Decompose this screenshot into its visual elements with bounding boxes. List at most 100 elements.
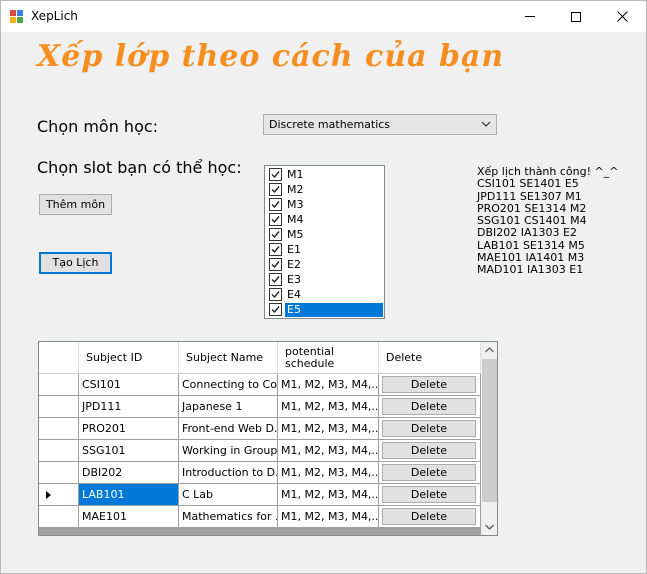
checkbox-icon[interactable]: [269, 183, 282, 196]
row-header[interactable]: [39, 462, 79, 484]
subject-name-cell[interactable]: C Lab: [179, 484, 278, 506]
subject-name-cell[interactable]: Mathematics for ...: [179, 506, 278, 528]
table-row[interactable]: SSG101 Working in Group... M1, M2, M3, M4,…: [39, 440, 481, 462]
slot-item-m2[interactable]: M2: [267, 182, 384, 197]
slot-item-m5[interactable]: M5: [267, 227, 384, 242]
checkbox-icon[interactable]: [269, 168, 282, 181]
page-heading: Xếp lớp theo cách của bạn: [37, 39, 505, 74]
checkbox-icon[interactable]: [269, 243, 282, 256]
delete-cell: Delete: [379, 396, 481, 418]
checkbox-icon[interactable]: [269, 228, 282, 241]
result-schedule-line: DBI202 IA1303 E2: [477, 226, 577, 240]
slot-item-e4[interactable]: E4: [267, 287, 384, 302]
potential-schedule-cell[interactable]: M1, M2, M3, M4,...: [278, 462, 379, 484]
subject-id-cell[interactable]: CSI101: [79, 374, 179, 396]
row-header[interactable]: [39, 440, 79, 462]
table-row[interactable]: JPD111 Japanese 1 M1, M2, M3, M4,... Delete: [39, 396, 481, 418]
delete-row-button[interactable]: Delete: [382, 442, 476, 459]
maximize-icon: [571, 11, 581, 22]
result-schedule-line: MAD101 IA1303 E1: [477, 263, 584, 277]
subject-id-cell[interactable]: LAB101: [79, 484, 179, 506]
create-schedule-button[interactable]: Tạo Lịch: [39, 252, 112, 274]
checkbox-icon[interactable]: [269, 303, 282, 316]
subject-id-cell[interactable]: SSG101: [79, 440, 179, 462]
column-header-subject-name[interactable]: Subject Name: [179, 342, 278, 374]
delete-cell: Delete: [379, 462, 481, 484]
row-header[interactable]: [39, 484, 79, 506]
slot-item-e5[interactable]: E5: [267, 302, 384, 317]
grid-body: Subject ID Subject Name potential schedu…: [39, 342, 481, 535]
subject-grid[interactable]: Subject ID Subject Name potential schedu…: [38, 341, 498, 536]
potential-schedule-cell[interactable]: M1, M2, M3, M4,...: [278, 374, 379, 396]
delete-cell: Delete: [379, 418, 481, 440]
delete-row-button[interactable]: Delete: [382, 486, 476, 503]
potential-schedule-cell[interactable]: M1, M2, M3, M4,...: [278, 440, 379, 462]
slot-item-e3[interactable]: E3: [267, 272, 384, 287]
subject-name-cell[interactable]: Working in Group...: [179, 440, 278, 462]
slot-item-label: E5: [285, 303, 383, 317]
subject-name-cell[interactable]: Front-end Web D...: [179, 418, 278, 440]
delete-row-button[interactable]: Delete: [382, 464, 476, 481]
subject-combobox-value: Discrete mathematics: [269, 118, 391, 131]
checkbox-icon[interactable]: [269, 258, 282, 271]
slot-item-m1[interactable]: M1: [267, 167, 384, 182]
close-button[interactable]: [599, 1, 645, 32]
title-bar[interactable]: XepLich: [1, 1, 646, 32]
checkbox-icon[interactable]: [269, 288, 282, 301]
table-row[interactable]: PRO201 Front-end Web D... M1, M2, M3, M4,.…: [39, 418, 481, 440]
subject-id-cell[interactable]: PRO201: [79, 418, 179, 440]
slot-item-e2[interactable]: E2: [267, 257, 384, 272]
checkbox-icon[interactable]: [269, 273, 282, 286]
delete-cell: Delete: [379, 484, 481, 506]
slot-item-m4[interactable]: M4: [267, 212, 384, 227]
subject-name-cell[interactable]: Introduction to D...: [179, 462, 278, 484]
row-header[interactable]: [39, 396, 79, 418]
row-header[interactable]: [39, 506, 79, 528]
minimize-button[interactable]: [507, 1, 553, 32]
potential-schedule-cell[interactable]: M1, M2, M3, M4,...: [278, 506, 379, 528]
table-row[interactable]: CSI101 Connecting to Co... M1, M2, M3, M4,…: [39, 374, 481, 396]
grid-corner-header: [39, 342, 79, 374]
subject-id-cell[interactable]: JPD111: [79, 396, 179, 418]
grid-vertical-scrollbar[interactable]: [481, 342, 498, 535]
potential-schedule-cell[interactable]: M1, M2, M3, M4,...: [278, 396, 379, 418]
subject-name-cell[interactable]: Japanese 1: [179, 396, 278, 418]
result-schedule-line: CSI101 SE1401 E5: [477, 177, 579, 191]
delete-row-button[interactable]: Delete: [382, 398, 476, 415]
checkbox-icon[interactable]: [269, 198, 282, 211]
potential-schedule-cell[interactable]: M1, M2, M3, M4,...: [278, 418, 379, 440]
slot-item-e1[interactable]: E1: [267, 242, 384, 257]
table-row[interactable]: LAB101 C Lab M1, M2, M3, M4,... Delete: [39, 484, 481, 506]
subject-id-cell[interactable]: MAE101: [79, 506, 179, 528]
column-header-delete[interactable]: Delete: [379, 342, 481, 374]
maximize-button[interactable]: [553, 1, 599, 32]
row-header[interactable]: [39, 374, 79, 396]
window-title: XepLich: [31, 9, 78, 23]
delete-row-button[interactable]: Delete: [382, 376, 476, 393]
slot-item-label: E1: [287, 243, 301, 256]
delete-row-button[interactable]: Delete: [382, 508, 476, 525]
scroll-down-icon[interactable]: [481, 518, 498, 535]
checkbox-icon[interactable]: [269, 213, 282, 226]
delete-cell: Delete: [379, 374, 481, 396]
slot-item-label: M1: [287, 168, 304, 181]
subject-name-cell[interactable]: Connecting to Co...: [179, 374, 278, 396]
column-header-subject-id[interactable]: Subject ID: [79, 342, 179, 374]
app-icon: [10, 10, 24, 23]
delete-row-button[interactable]: Delete: [382, 420, 476, 437]
table-row[interactable]: DBI202 Introduction to D... M1, M2, M3, M4…: [39, 462, 481, 484]
scrollbar-thumb[interactable]: [482, 359, 497, 502]
row-header[interactable]: [39, 418, 79, 440]
subject-label: Chọn môn học:: [37, 117, 159, 136]
slot-checklist[interactable]: M1 M2 M3 M4 M5 E1 E2 E3 E4 E5: [264, 165, 385, 319]
delete-cell: Delete: [379, 506, 481, 528]
potential-schedule-cell[interactable]: M1, M2, M3, M4,...: [278, 484, 379, 506]
add-subject-button[interactable]: Thêm môn: [39, 194, 112, 215]
scroll-up-icon[interactable]: [481, 342, 498, 359]
subject-combobox[interactable]: Discrete mathematics: [263, 114, 497, 135]
column-header-potential-schedule[interactable]: potential schedule: [278, 342, 379, 374]
slot-item-label: E4: [287, 288, 301, 301]
table-row[interactable]: MAE101 Mathematics for ... M1, M2, M3, M4,…: [39, 506, 481, 528]
subject-id-cell[interactable]: DBI202: [79, 462, 179, 484]
slot-item-m3[interactable]: M3: [267, 197, 384, 212]
